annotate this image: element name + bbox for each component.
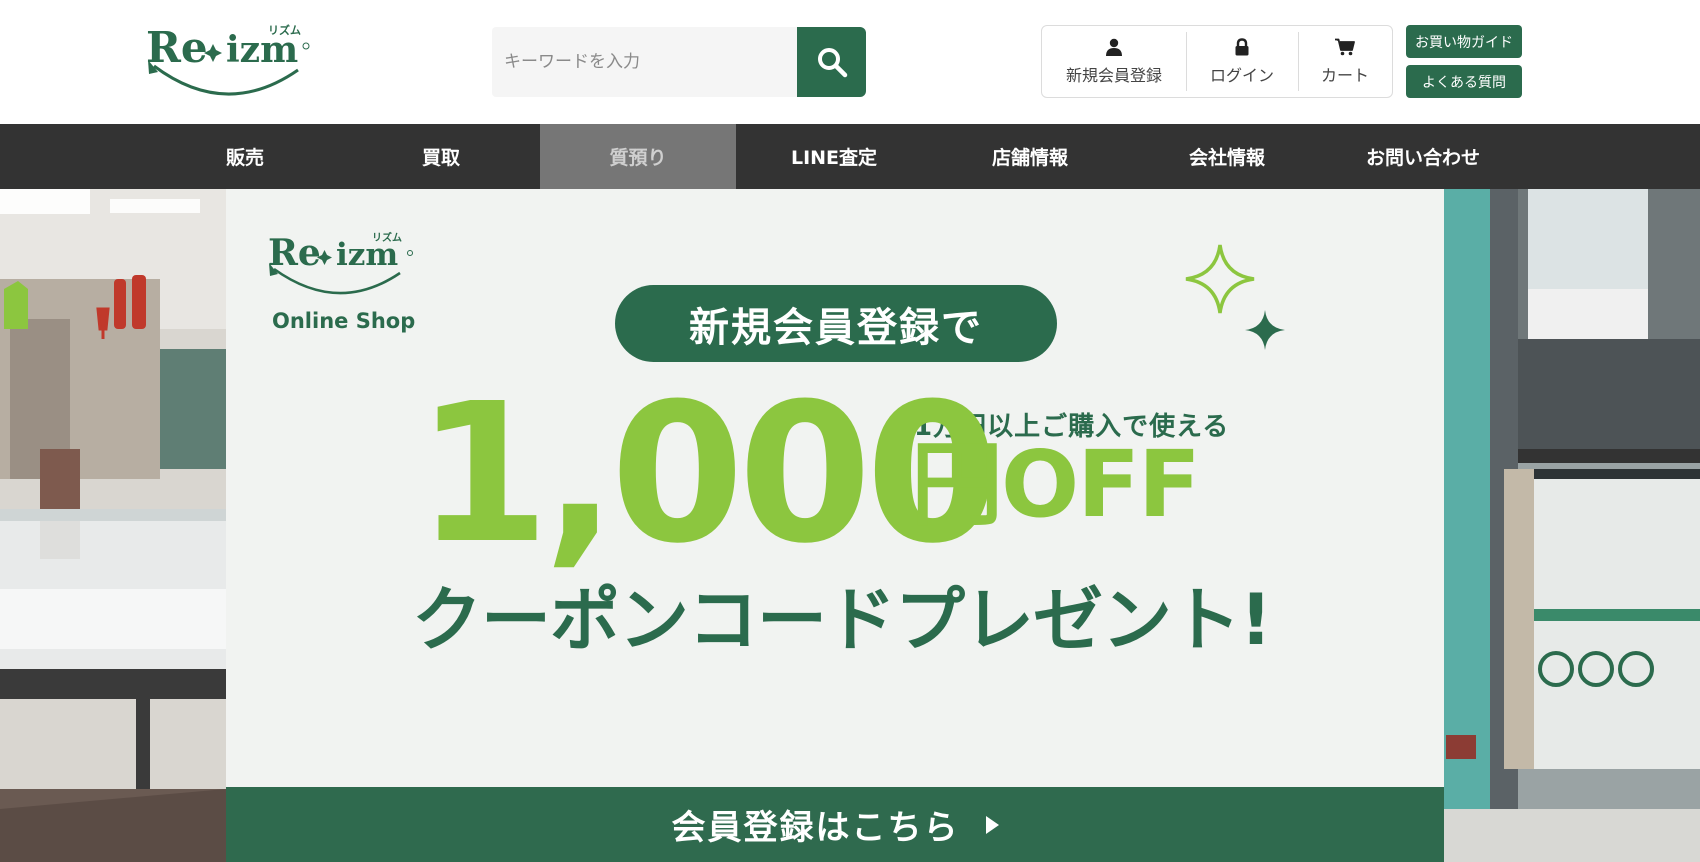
coupon-text: クーポンコードプレゼント! — [412, 579, 1272, 661]
cta-label: 会員登録はこちら — [671, 808, 960, 848]
search-button[interactable] — [797, 27, 866, 97]
faq-button[interactable]: よくある質問 — [1406, 65, 1522, 98]
cart-icon — [1335, 38, 1355, 55]
nav-item-company[interactable]: 会社情報 — [1129, 124, 1325, 189]
search-icon — [817, 48, 847, 78]
user-icon — [1106, 38, 1122, 56]
svg-text:Re: Re — [146, 23, 208, 72]
register-button[interactable]: 新規会員登録 — [1042, 26, 1186, 97]
site-header: Re izm リズム キーワードを入力 新規会員登録 ログイン カート お買い物… — [0, 0, 1700, 124]
play-arrow-icon — [985, 815, 999, 834]
discount-amount: 1,000 — [416, 363, 999, 586]
login-label: ログイン — [1209, 65, 1274, 85]
online-shop-label: Online Shop — [272, 309, 416, 333]
page: Re izm リズム キーワードを入力 新規会員登録 ログイン カート お買い物… — [0, 0, 1700, 862]
cart-button[interactable]: カート — [1298, 26, 1392, 97]
sparkle-solid-icon — [1245, 310, 1285, 350]
headline-pill: 新規会員登録で — [615, 285, 1057, 362]
register-label: 新規会員登録 — [1065, 65, 1162, 85]
store-exterior-image — [1444, 189, 1700, 862]
svg-text:Re: Re — [268, 232, 321, 274]
sparkle-outline-icon — [1185, 244, 1255, 314]
cart-label: カート — [1320, 65, 1369, 85]
discount-unit: 円OFF — [911, 431, 1201, 538]
nav-item-pawn[interactable]: 質預り — [540, 124, 736, 189]
main-nav: 販売 買取 質預り LINE査定 店舗情報 会社情報 お問い合わせ — [0, 124, 1700, 189]
nav-item-sales[interactable]: 販売 — [147, 124, 343, 189]
lock-icon — [1235, 37, 1249, 55]
account-menu: 新規会員登録 ログイン カート — [1041, 25, 1393, 98]
shopping-guide-button[interactable]: お買い物ガイド — [1406, 25, 1522, 58]
site-logo[interactable]: Re izm リズム — [146, 20, 316, 100]
campaign-banner[interactable]: Re izm リズム Online Shop 新規会員登録で 1万円以上ご購入で… — [226, 189, 1444, 862]
search-bar — [492, 27, 866, 97]
hero-carousel: Re izm リズム Online Shop 新規会員登録で 1万円以上ご購入で… — [0, 189, 1700, 862]
search-input[interactable] — [492, 27, 797, 97]
nav-item-contact[interactable]: お問い合わせ — [1325, 124, 1521, 189]
nav-item-buyback[interactable]: 買取 — [343, 124, 539, 189]
register-cta-button[interactable]: 会員登録はこちら — [226, 787, 1444, 862]
store-interior-image — [0, 189, 226, 862]
svg-text:リズム: リズム — [372, 231, 402, 244]
nav-item-line-appraisal[interactable]: LINE査定 — [736, 124, 932, 189]
svg-text:リズム: リズム — [268, 23, 301, 37]
banner-logo: Re izm リズム — [268, 231, 413, 295]
reizm-logo-icon: Re izm リズム — [146, 23, 310, 96]
nav-item-stores[interactable]: 店舗情報 — [932, 124, 1128, 189]
login-button[interactable]: ログイン — [1186, 26, 1298, 97]
